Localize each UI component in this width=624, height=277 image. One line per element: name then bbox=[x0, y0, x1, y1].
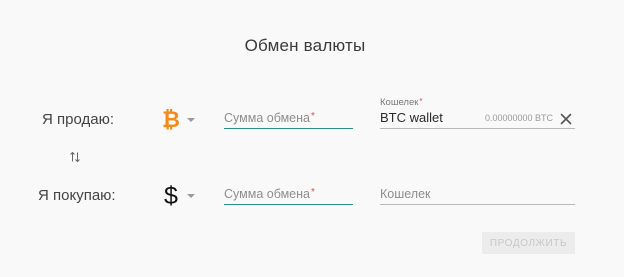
chevron-down-icon bbox=[187, 194, 195, 198]
dollar-icon: $ bbox=[164, 181, 178, 210]
continue-button[interactable]: ПРОДОЛЖИТЬ bbox=[482, 232, 575, 254]
sell-wallet-field[interactable]: BTC wallet 0.00000000 BTC bbox=[380, 106, 575, 129]
buy-currency-select[interactable]: $ bbox=[158, 182, 198, 210]
sell-amount-placeholder: Сумма обмена bbox=[224, 111, 310, 125]
sell-amount-input[interactable]: Сумма обмена* bbox=[224, 106, 353, 129]
close-icon[interactable] bbox=[560, 113, 572, 125]
page-title: Обмен валюты bbox=[244, 36, 366, 55]
sell-label: Я продаю: bbox=[42, 111, 114, 128]
buy-amount-placeholder: Сумма обмена bbox=[224, 187, 310, 201]
buy-wallet-placeholder: Кошелек bbox=[380, 187, 431, 201]
required-marker: * bbox=[311, 187, 315, 198]
required-marker: * bbox=[311, 111, 315, 122]
sell-currency-select[interactable]: ₿ bbox=[158, 106, 198, 134]
swap-icon[interactable] bbox=[69, 151, 81, 163]
chevron-down-icon bbox=[187, 118, 195, 122]
buy-wallet-input[interactable]: Кошелек bbox=[380, 182, 575, 205]
sell-wallet-value: BTC wallet bbox=[380, 110, 443, 125]
buy-amount-input[interactable]: Сумма обмена* bbox=[224, 182, 353, 205]
wallet-balance: 0.00000000 BTC bbox=[484, 113, 553, 123]
bitcoin-icon: ₿ bbox=[162, 107, 180, 132]
buy-label: Я покупаю: bbox=[38, 187, 116, 204]
